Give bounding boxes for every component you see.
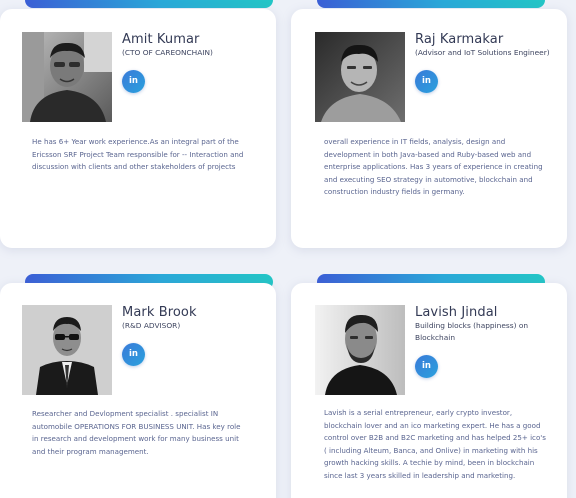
linkedin-button[interactable]: in: [415, 355, 438, 378]
member-name: Mark Brook: [122, 305, 197, 320]
team-card-lavish-jindal: Lavish Jindal Building blocks (happiness…: [291, 283, 567, 498]
avatar: [315, 32, 405, 122]
member-bio: Researcher and Devlopment specialist . s…: [32, 409, 241, 456]
member-name: Amit Kumar: [122, 32, 200, 47]
team-section: Amit Kumar (CTO OF CAREONCHAIN) in He ha…: [0, 0, 576, 498]
member-role: (CTO OF CAREONCHAIN): [122, 48, 213, 57]
team-card-amit-kumar: Amit Kumar (CTO OF CAREONCHAIN) in He ha…: [0, 9, 276, 248]
member-bio: overall experience in IT fields, analysi…: [324, 137, 543, 197]
member-bio: He has 6+ Year work experience.As an int…: [32, 137, 244, 172]
linkedin-icon: in: [422, 76, 431, 86]
member-role: (Advisor and IoT Solutions Engineer): [415, 48, 550, 57]
avatar-photo: [22, 32, 112, 122]
linkedin-icon: in: [422, 361, 431, 371]
member-name: Lavish Jindal: [415, 305, 498, 320]
member-role: Building blocks (happiness) on Blockchai…: [415, 321, 529, 342]
avatar-photo: [315, 305, 405, 395]
card-accent-bar: [25, 0, 273, 8]
team-card-mark-brook: Mark Brook (R&D ADVISOR) in Researcher a…: [0, 283, 276, 498]
avatar-photo: [22, 305, 112, 395]
linkedin-button[interactable]: in: [122, 70, 145, 93]
linkedin-button[interactable]: in: [415, 70, 438, 93]
avatar-photo: [315, 32, 405, 122]
avatar: [22, 305, 112, 395]
avatar: [22, 32, 112, 122]
linkedin-button[interactable]: in: [122, 343, 145, 366]
member-bio: Lavish is a serial entrepreneur, early c…: [324, 408, 546, 480]
member-name: Raj Karmakar: [415, 32, 504, 47]
team-card-raj-karmakar: Raj Karmakar (Advisor and IoT Solutions …: [291, 9, 567, 248]
avatar: [315, 305, 405, 395]
linkedin-icon: in: [129, 76, 138, 86]
linkedin-icon: in: [129, 349, 138, 359]
member-role: (R&D ADVISOR): [122, 321, 181, 330]
card-accent-bar: [317, 0, 545, 8]
